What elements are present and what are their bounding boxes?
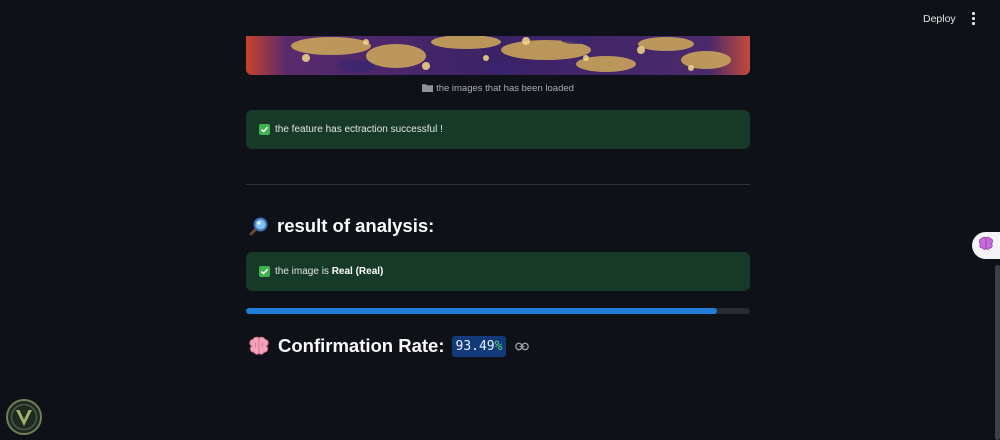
confirmation-heading: Confirmation Rate: 93.49% (248, 335, 530, 357)
confirmation-percent-sign: % (494, 338, 503, 354)
confidence-progress-bar (246, 308, 750, 314)
side-assistant-tab[interactable] (972, 232, 1000, 259)
analysis-title: result of analysis: (277, 215, 435, 236)
result-prefix: the image is (275, 266, 332, 277)
image-caption: the images that has been loaded (246, 83, 750, 95)
brain-icon (978, 236, 994, 256)
check-icon (259, 124, 270, 135)
brain-icon (248, 336, 270, 356)
progress-fill (246, 308, 718, 314)
feature-success-alert: the feature has ectraction successful ! (246, 110, 750, 149)
result-value: Real (Real) (331, 266, 384, 277)
confirmation-value: 93.49% (451, 335, 507, 357)
kebab-menu-icon[interactable] (967, 10, 979, 26)
folder-icon (422, 83, 434, 95)
analysis-heading: result of analysis: (248, 215, 434, 237)
check-icon (259, 266, 270, 277)
watermark-logo (4, 397, 44, 437)
caption-text: the images that has been loaded (436, 83, 574, 94)
link-icon[interactable] (515, 342, 530, 351)
result-alert: the image is Real (Real) (246, 252, 750, 291)
app-header: Deploy (0, 0, 1000, 36)
section-divider (246, 184, 750, 185)
loaded-image (246, 36, 750, 75)
feature-success-text: the feature has ectraction successful ! (275, 124, 443, 135)
confirmation-label: Confirmation Rate: (278, 335, 445, 356)
magnifier-icon (248, 216, 269, 237)
app-root: Deploy the images that has been loaded t… (0, 0, 1000, 440)
deploy-button[interactable]: Deploy (917, 11, 962, 27)
page-scrollbar[interactable] (995, 265, 1000, 440)
confirmation-number: 93.49 (455, 338, 495, 354)
